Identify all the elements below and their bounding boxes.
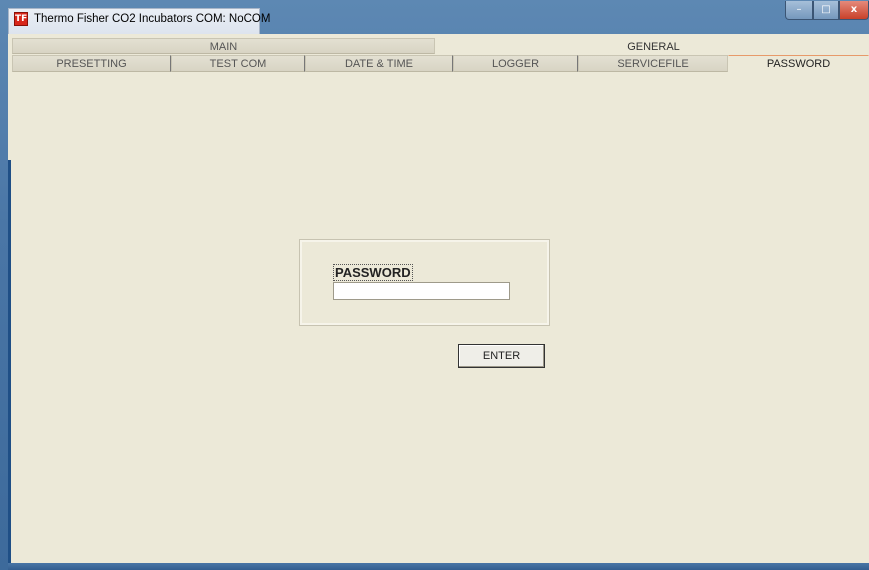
- left-edge-bar: [8, 160, 11, 564]
- sub-tab-row: PRESETTING TEST COM DATE & TIME LOGGER S…: [12, 55, 869, 72]
- password-label: PASSWORD: [333, 264, 413, 281]
- password-input[interactable]: [333, 282, 510, 300]
- app-window: TF Thermo Fisher CO2 Incubators COM: NoC…: [0, 0, 869, 570]
- tab-password[interactable]: PASSWORD: [728, 55, 869, 72]
- enter-button[interactable]: ENTER: [458, 344, 545, 368]
- tab-test-com[interactable]: TEST COM: [171, 55, 305, 72]
- tab-date-time[interactable]: DATE & TIME: [305, 55, 453, 72]
- tab-presetting[interactable]: PRESETTING: [12, 55, 171, 72]
- tab-logger[interactable]: LOGGER: [453, 55, 578, 72]
- tab-main[interactable]: MAIN: [12, 38, 435, 54]
- app-logo-icon: TF: [14, 12, 28, 26]
- title-bar: TF Thermo Fisher CO2 Incubators COM: NoC…: [0, 0, 869, 34]
- maximize-button[interactable]: □: [813, 1, 839, 20]
- tab-servicefile[interactable]: SERVICEFILE: [578, 55, 728, 72]
- minimize-button[interactable]: –: [785, 1, 813, 20]
- window-title: Thermo Fisher CO2 Incubators COM: NoCOM: [34, 13, 271, 25]
- close-button[interactable]: x: [839, 1, 869, 20]
- main-tab-row: MAIN GENERAL: [12, 38, 869, 54]
- bottom-border: [8, 563, 869, 570]
- tab-general[interactable]: GENERAL: [435, 38, 869, 54]
